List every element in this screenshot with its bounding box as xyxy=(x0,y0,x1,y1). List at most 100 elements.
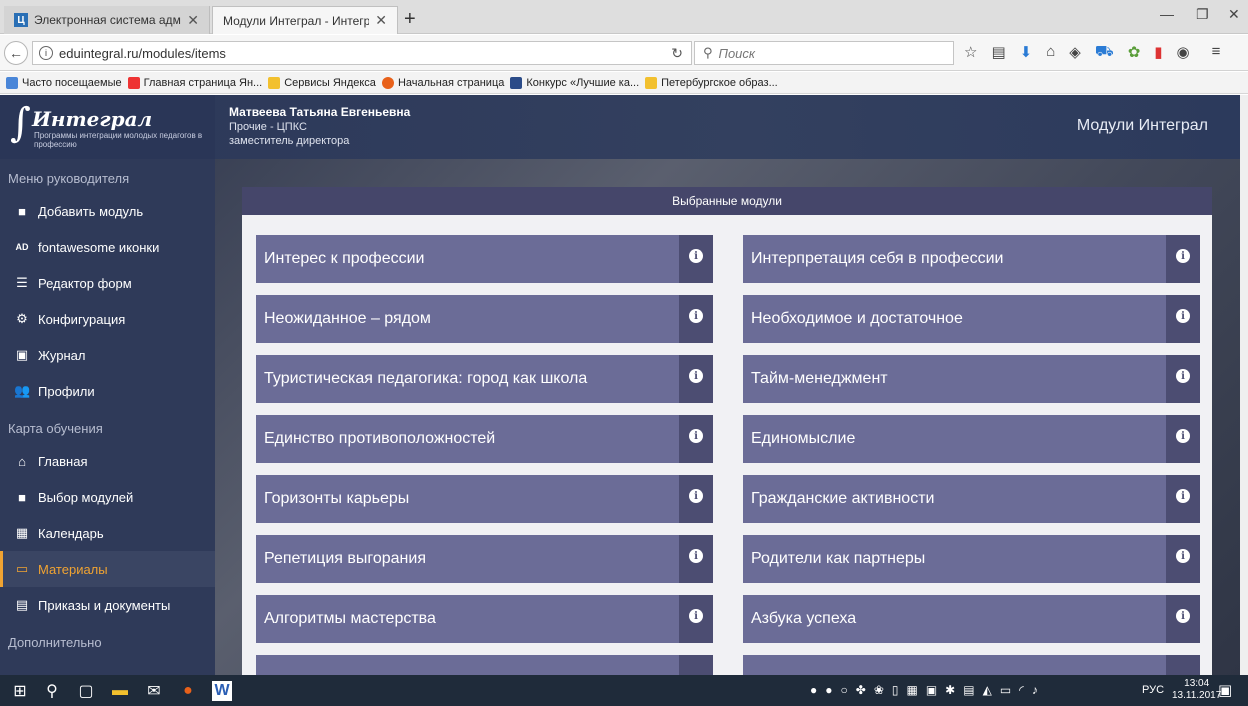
bookmark-star-icon[interactable]: ☆ xyxy=(964,43,977,62)
bookmark-item[interactable]: Конкурс «Лучшие ка... xyxy=(510,76,639,89)
notifications-icon[interactable]: ▣ xyxy=(1218,681,1232,699)
module-info-button[interactable]: i xyxy=(1166,535,1200,583)
tray-app-icon[interactable]: ▯ xyxy=(892,683,899,697)
home-icon[interactable]: ⌂ xyxy=(1046,43,1055,62)
sidebar-item-home[interactable]: ⌂ Главная xyxy=(0,443,215,479)
close-tab-icon[interactable]: ✕ xyxy=(375,12,387,29)
module-tile[interactable]: Алгоритмы мастерства i xyxy=(256,595,713,643)
module-tile[interactable]: Горизонты карьеры i xyxy=(256,475,713,523)
address-bar[interactable]: i eduintegral.ru/modules/items ↻ xyxy=(32,41,692,65)
extension-icon[interactable]: ✿ xyxy=(1128,43,1141,62)
tray-app-icon[interactable]: ● xyxy=(825,683,832,697)
module-info-button[interactable]: i xyxy=(1166,475,1200,523)
extension-shield-icon[interactable]: ◉ xyxy=(1177,43,1190,62)
page-scrollbar[interactable] xyxy=(1240,95,1248,675)
module-info-button[interactable]: i xyxy=(1166,595,1200,643)
tray-app-icon[interactable]: ● xyxy=(810,683,817,697)
tab-admin-system[interactable]: Ц Электронная система адми ✕ xyxy=(4,6,210,34)
logo[interactable]: ∫ Интеграл Программы интеграции молодых … xyxy=(0,95,215,159)
module-tile[interactable]: Азбука успеха i xyxy=(743,595,1200,643)
cart-icon[interactable]: ⛟ xyxy=(1095,43,1114,62)
back-icon[interactable]: ← xyxy=(4,41,28,65)
sidebar-item-configuration[interactable]: ⚙ Конфигурация xyxy=(0,301,215,337)
firefox-icon[interactable]: ● xyxy=(178,681,198,701)
module-info-button[interactable]: i xyxy=(679,535,713,583)
bookmark-item[interactable]: Сервисы Яндекса xyxy=(268,76,376,89)
module-tile[interactable]: Тайм-менеджмент i xyxy=(743,355,1200,403)
windows-start-icon[interactable]: ⊞ xyxy=(10,681,30,701)
sidebar-item-add-module[interactable]: ■ Добавить модуль xyxy=(0,193,215,229)
module-info-button[interactable] xyxy=(679,655,713,675)
module-tile[interactable]: Единство противоположностей i xyxy=(256,415,713,463)
module-info-button[interactable]: i xyxy=(679,235,713,283)
module-info-button[interactable]: i xyxy=(1166,355,1200,403)
bookmark-item[interactable]: Часто посещаемые xyxy=(6,76,122,89)
tray-app-icon[interactable]: ▦ xyxy=(906,683,917,697)
word-icon[interactable]: W xyxy=(212,681,232,701)
module-info-button[interactable] xyxy=(1166,655,1200,675)
sidebar-item-documents[interactable]: ▤ Приказы и документы xyxy=(0,587,215,623)
sidebar-item-journal[interactable]: ▣ Журнал xyxy=(0,337,215,373)
battery-icon[interactable]: ▭ xyxy=(1000,683,1011,697)
bookmark-item[interactable]: Главная страница Ян... xyxy=(127,76,262,89)
file-explorer-icon[interactable]: ▬ xyxy=(110,681,130,701)
library-icon[interactable]: ▤ xyxy=(991,43,1005,62)
network-icon[interactable]: ◭ xyxy=(983,683,992,697)
sidebar-item-form-editor[interactable]: ☰ Редактор форм xyxy=(0,265,215,301)
module-tile[interactable] xyxy=(256,655,713,675)
module-info-button[interactable]: i xyxy=(1166,235,1200,283)
bluetooth-icon[interactable]: ✱ xyxy=(945,683,955,697)
module-tile[interactable]: Гражданские активности i xyxy=(743,475,1200,523)
sidebar-item-select-modules[interactable]: ■ Выбор модулей xyxy=(0,479,215,515)
tray-app-icon[interactable]: ○ xyxy=(841,683,848,697)
module-info-button[interactable]: i xyxy=(1166,295,1200,343)
clock[interactable]: 13:04 13.11.2017 xyxy=(1172,678,1221,702)
module-info-button[interactable]: i xyxy=(679,355,713,403)
module-info-button[interactable]: i xyxy=(679,595,713,643)
tray-app-icon[interactable]: ✤ xyxy=(856,683,866,697)
module-tile[interactable]: Необходимое и достаточное i xyxy=(743,295,1200,343)
module-info-button[interactable]: i xyxy=(679,295,713,343)
pocket-icon[interactable]: ◈ xyxy=(1069,43,1081,62)
module-info-button[interactable]: i xyxy=(679,475,713,523)
sidebar-item-materials[interactable]: ▭ Материалы xyxy=(0,551,215,587)
volume-icon[interactable]: ♪ xyxy=(1032,683,1038,697)
module-tile[interactable]: Туристическая педагогика: город как школ… xyxy=(256,355,713,403)
close-tab-icon[interactable]: ✕ xyxy=(187,12,199,29)
language-indicator[interactable]: РУС xyxy=(1142,684,1164,696)
menu-icon[interactable]: ≡ xyxy=(1212,43,1221,62)
close-window-icon[interactable]: ✕ xyxy=(1228,6,1240,23)
module-tile[interactable]: Интерес к профессии i xyxy=(256,235,713,283)
search-input[interactable]: ⚲ Поиск xyxy=(694,41,954,65)
module-tile[interactable] xyxy=(743,655,1200,675)
mail-icon[interactable]: ✉ xyxy=(144,681,164,701)
restore-icon[interactable]: ❐ xyxy=(1196,6,1209,23)
minimize-icon[interactable]: — xyxy=(1160,6,1174,22)
download-icon[interactable]: ⬇ xyxy=(1020,43,1033,62)
bookmark-item[interactable]: Начальная страница xyxy=(381,76,504,89)
new-tab-icon[interactable]: + xyxy=(404,8,416,31)
module-info-button[interactable]: i xyxy=(1166,415,1200,463)
module-tile[interactable]: Единомыслие i xyxy=(743,415,1200,463)
module-tile[interactable]: Неожиданное – рядом i xyxy=(256,295,713,343)
bookmark-item[interactable]: Петербургское образ... xyxy=(645,76,778,89)
tray-app-icon[interactable]: ▤ xyxy=(963,683,974,697)
search-icon[interactable]: ⚲ xyxy=(42,681,62,701)
tab-modules-integral[interactable]: Модули Интеграл - Интеграл ✕ xyxy=(212,6,398,34)
site-info-icon[interactable]: i xyxy=(39,46,53,60)
flag-extension-icon[interactable]: ▮ xyxy=(1154,43,1162,62)
sidebar-item-profiles[interactable]: 👥 Профили xyxy=(0,373,215,409)
tray-app-icon[interactable]: ❀ xyxy=(874,683,884,697)
module-tile[interactable]: Интерпретация себя в профессии i xyxy=(743,235,1200,283)
module-tile[interactable]: Родители как партнеры i xyxy=(743,535,1200,583)
sidebar-item-calendar[interactable]: ▦ Календарь xyxy=(0,515,215,551)
info-icon: i xyxy=(689,429,703,443)
sidebar-item-fontawesome[interactable]: AD fontawesome иконки xyxy=(0,229,215,265)
module-tile[interactable]: Репетиция выгорания i xyxy=(256,535,713,583)
wifi-icon[interactable]: ◜ xyxy=(1019,683,1024,697)
tray-app-icon[interactable]: ▣ xyxy=(926,683,937,697)
module-info-button[interactable]: i xyxy=(679,415,713,463)
task-view-icon[interactable]: ▢ xyxy=(76,681,96,701)
reload-icon[interactable]: ↻ xyxy=(671,45,683,62)
folder-icon xyxy=(645,76,658,89)
